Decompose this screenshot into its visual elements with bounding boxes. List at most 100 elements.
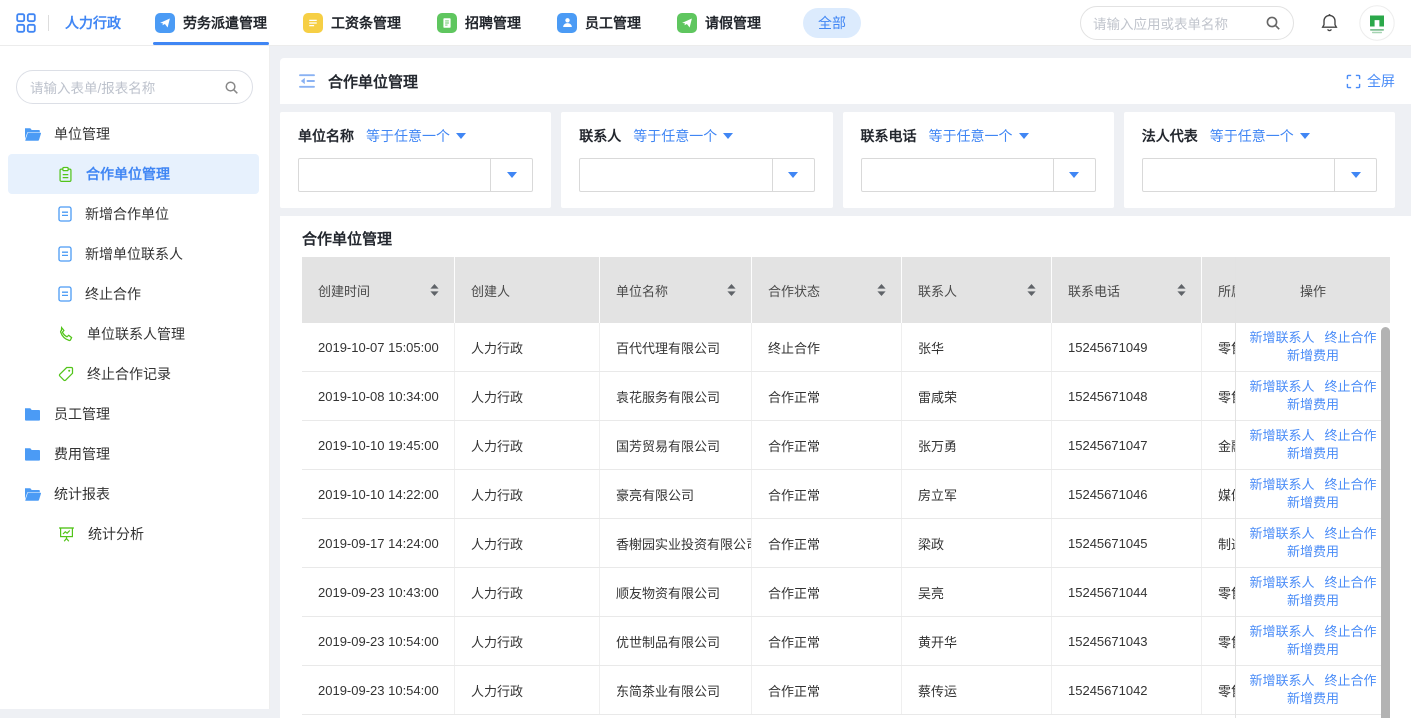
fullscreen-button[interactable]: 全屏 xyxy=(1346,71,1395,91)
filter-operator-dropdown[interactable]: 等于任意一个 xyxy=(929,126,1029,146)
all-apps-pill[interactable]: 全部 xyxy=(803,8,861,38)
tab-recruitment[interactable]: 招聘管理 xyxy=(437,0,521,45)
cell-create_time: 2019-10-10 19:45:00 xyxy=(302,421,455,469)
actions-line: 新增联系人终止合作 xyxy=(1249,379,1376,395)
cell-create_time: 2019-10-08 10:34:00 xyxy=(302,372,455,420)
filter-operator-dropdown[interactable]: 等于任意一个 xyxy=(1210,126,1310,146)
add-contact-link[interactable]: 新增联系人 xyxy=(1249,624,1314,640)
table-body: 2019-10-07 15:05:00人力行政百代代理有限公司终止合作张华152… xyxy=(302,323,1390,718)
page-title: 合作单位管理 xyxy=(328,71,418,92)
table-row: 2019-10-08 10:34:00人力行政袁花服务有限公司合作正常雷咸荣15… xyxy=(302,372,1390,421)
item-add-partner-unit[interactable]: 新增合作单位 xyxy=(8,194,259,234)
tab-employee[interactable]: 员工管理 xyxy=(557,0,641,45)
add-contact-link[interactable]: 新增联系人 xyxy=(1249,379,1314,395)
terminate-cooperation-link[interactable]: 终止合作 xyxy=(1325,673,1377,689)
filter-select-input[interactable] xyxy=(579,158,814,192)
item-statistics-analysis[interactable]: 统计分析 xyxy=(8,514,259,554)
add-expense-link[interactable]: 新增费用 xyxy=(1287,495,1339,511)
column-header[interactable]: 合作状态 xyxy=(752,257,902,323)
item-unit-contact-management[interactable]: 单位联系人管理 xyxy=(8,314,259,354)
add-contact-link[interactable]: 新增联系人 xyxy=(1249,477,1314,493)
tree-label: 费用管理 xyxy=(54,444,110,464)
terminate-cooperation-link[interactable]: 终止合作 xyxy=(1325,379,1377,395)
item-partner-unit-management[interactable]: 合作单位管理 xyxy=(8,154,259,194)
bell-icon[interactable] xyxy=(1320,13,1339,33)
filter-unit-name: 单位名称等于任意一个 xyxy=(280,112,551,208)
actions-column: 操作新增联系人终止合作新增费用新增联系人终止合作新增费用新增联系人终止合作新增费… xyxy=(1235,257,1390,718)
tab-leave[interactable]: 请假管理 xyxy=(677,0,761,45)
apps-grid-icon[interactable] xyxy=(16,13,36,33)
sort-icon[interactable] xyxy=(1026,283,1037,297)
add-expense-link[interactable]: 新增费用 xyxy=(1287,691,1339,707)
menu-fold-icon[interactable] xyxy=(298,73,316,89)
add-expense-link[interactable]: 新增费用 xyxy=(1287,397,1339,413)
avatar[interactable] xyxy=(1359,5,1395,41)
terminate-cooperation-link[interactable]: 终止合作 xyxy=(1325,330,1377,346)
add-expense-link[interactable]: 新增费用 xyxy=(1287,446,1339,462)
cell-contact: 梁政 xyxy=(902,519,1052,567)
item-add-unit-contact[interactable]: 新增单位联系人 xyxy=(8,234,259,274)
add-expense-link[interactable]: 新增费用 xyxy=(1287,593,1339,609)
cell-status: 合作正常 xyxy=(752,568,902,616)
workspace-label[interactable]: 人力行政 xyxy=(65,13,121,33)
tab-label: 招聘管理 xyxy=(465,13,521,33)
column-header[interactable]: 创建时间 xyxy=(302,257,455,323)
sort-icon[interactable] xyxy=(1176,283,1187,297)
cell-unit_name: 百代代理有限公司 xyxy=(600,323,752,371)
terminate-cooperation-link[interactable]: 终止合作 xyxy=(1325,428,1377,444)
payslip-icon xyxy=(303,13,323,33)
cell-phone: 15245671048 xyxy=(1052,372,1202,420)
add-contact-link[interactable]: 新增联系人 xyxy=(1249,428,1314,444)
column-header[interactable]: 联系电话 xyxy=(1052,257,1202,323)
app-search-input[interactable]: 请输入应用或表单名称 xyxy=(1080,6,1294,40)
tab-labor-dispatch[interactable]: 劳务派遣管理 xyxy=(155,0,267,45)
folder-employee-management[interactable]: 员工管理 xyxy=(8,394,259,434)
add-expense-link[interactable]: 新增费用 xyxy=(1287,544,1339,560)
caret-down-icon xyxy=(456,133,466,139)
row-actions: 新增联系人终止合作新增费用 xyxy=(1236,568,1390,617)
add-expense-link[interactable]: 新增费用 xyxy=(1287,348,1339,364)
sort-icon[interactable] xyxy=(429,283,440,297)
add-contact-link[interactable]: 新增联系人 xyxy=(1249,575,1314,591)
select-arrow-zone[interactable] xyxy=(1334,159,1376,191)
filter-select-input[interactable] xyxy=(1142,158,1377,192)
filter-select-input[interactable] xyxy=(298,158,533,192)
add-expense-link[interactable]: 新增费用 xyxy=(1287,642,1339,658)
cell-contact: 蔡传运 xyxy=(902,666,1052,714)
cell-creator: 人力行政 xyxy=(455,421,600,469)
add-contact-link[interactable]: 新增联系人 xyxy=(1249,330,1314,346)
sort-icon[interactable] xyxy=(876,283,887,297)
item-terminate-cooperation-record[interactable]: 终止合作记录 xyxy=(8,354,259,394)
select-arrow-zone[interactable] xyxy=(1053,159,1095,191)
tree-label: 统计分析 xyxy=(88,524,144,544)
vertical-scrollbar[interactable] xyxy=(1381,327,1390,718)
item-terminate-cooperation[interactable]: 终止合作 xyxy=(8,274,259,314)
tab-payslip[interactable]: 工资条管理 xyxy=(303,0,401,45)
select-arrow-zone[interactable] xyxy=(490,159,532,191)
filter-operator-dropdown[interactable]: 等于任意一个 xyxy=(633,126,733,146)
tab-label: 员工管理 xyxy=(585,13,641,33)
terminate-cooperation-link[interactable]: 终止合作 xyxy=(1325,575,1377,591)
column-header[interactable]: 单位名称 xyxy=(600,257,752,323)
add-contact-link[interactable]: 新增联系人 xyxy=(1249,526,1314,542)
divider xyxy=(48,15,49,31)
terminate-cooperation-link[interactable]: 终止合作 xyxy=(1325,624,1377,640)
form-search-input[interactable]: 请输入表单/报表名称 xyxy=(16,70,253,104)
folder-expense-management[interactable]: 费用管理 xyxy=(8,434,259,474)
filter-contact-phone: 联系电话等于任意一个 xyxy=(843,112,1114,208)
table-row: 2019-09-17 14:24:00人力行政香榭园实业投资有限公司合作正常梁政… xyxy=(302,519,1390,568)
table-title: 合作单位管理 xyxy=(280,216,1411,257)
folder-statistics-report[interactable]: 统计报表 xyxy=(8,474,259,514)
filter-operator-dropdown[interactable]: 等于任意一个 xyxy=(366,126,466,146)
filter-legal-representative: 法人代表等于任意一个 xyxy=(1124,112,1395,208)
sort-icon[interactable] xyxy=(726,283,737,297)
sidebar: 请输入表单/报表名称 单位管理合作单位管理新增合作单位新增单位联系人终止合作单位… xyxy=(0,46,270,709)
folder-unit-management[interactable]: 单位管理 xyxy=(8,114,259,154)
add-contact-link[interactable]: 新增联系人 xyxy=(1249,673,1314,689)
column-header[interactable]: 联系人 xyxy=(902,257,1052,323)
terminate-cooperation-link[interactable]: 终止合作 xyxy=(1325,477,1377,493)
cell-create_time: 2019-09-23 10:54:00 xyxy=(302,617,455,665)
filter-select-input[interactable] xyxy=(861,158,1096,192)
terminate-cooperation-link[interactable]: 终止合作 xyxy=(1325,526,1377,542)
select-arrow-zone[interactable] xyxy=(772,159,814,191)
